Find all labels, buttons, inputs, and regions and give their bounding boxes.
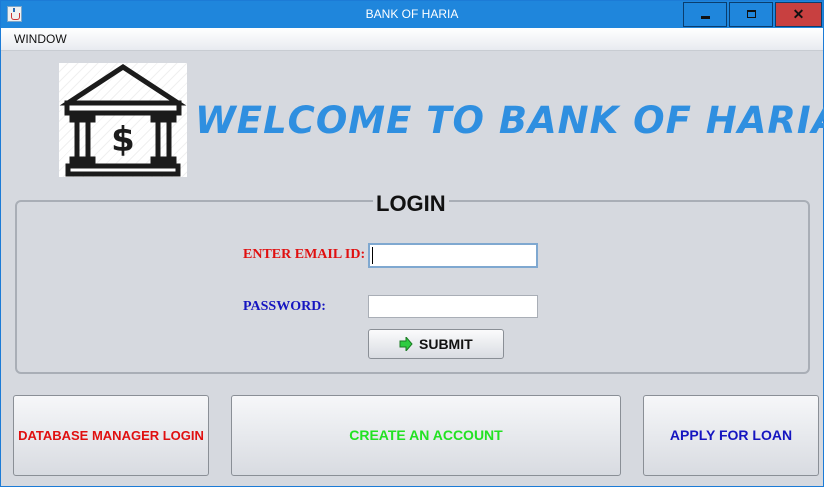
minimize-button[interactable] <box>683 2 727 27</box>
maximize-button[interactable] <box>729 2 773 27</box>
maximize-icon <box>747 10 756 18</box>
password-label: PASSWORD: <box>243 299 326 314</box>
title-bar[interactable]: BANK OF HARIA ✕ <box>1 1 823 28</box>
login-title: LOGIN <box>373 191 449 217</box>
close-button[interactable]: ✕ <box>775 2 822 27</box>
apply-for-loan-button[interactable]: APPLY FOR LOAN <box>643 395 819 476</box>
database-manager-login-button[interactable]: DATABASE MANAGER LOGIN <box>13 395 209 476</box>
close-icon: ✕ <box>792 6 805 22</box>
app-window: BANK OF HARIA ✕ WINDOW $ WELCOME TO BANK… <box>0 0 824 487</box>
menu-item-window[interactable]: WINDOW <box>14 32 67 46</box>
submit-label: SUBMIT <box>419 336 473 352</box>
password-field[interactable] <box>368 295 538 318</box>
welcome-heading: WELCOME TO BANK OF HARIA <box>195 99 824 142</box>
create-account-button[interactable]: CREATE AN ACCOUNT <box>231 395 621 476</box>
arrow-right-icon <box>399 337 413 351</box>
menu-bar: WINDOW <box>1 28 823 51</box>
submit-button[interactable]: SUBMIT <box>368 329 504 359</box>
email-label: ENTER EMAIL ID: <box>243 247 366 262</box>
svg-text:$: $ <box>111 120 135 160</box>
minimize-icon <box>701 16 710 19</box>
email-field[interactable] <box>368 243 538 268</box>
bank-icon: $ <box>59 63 187 177</box>
text-caret <box>372 247 373 264</box>
